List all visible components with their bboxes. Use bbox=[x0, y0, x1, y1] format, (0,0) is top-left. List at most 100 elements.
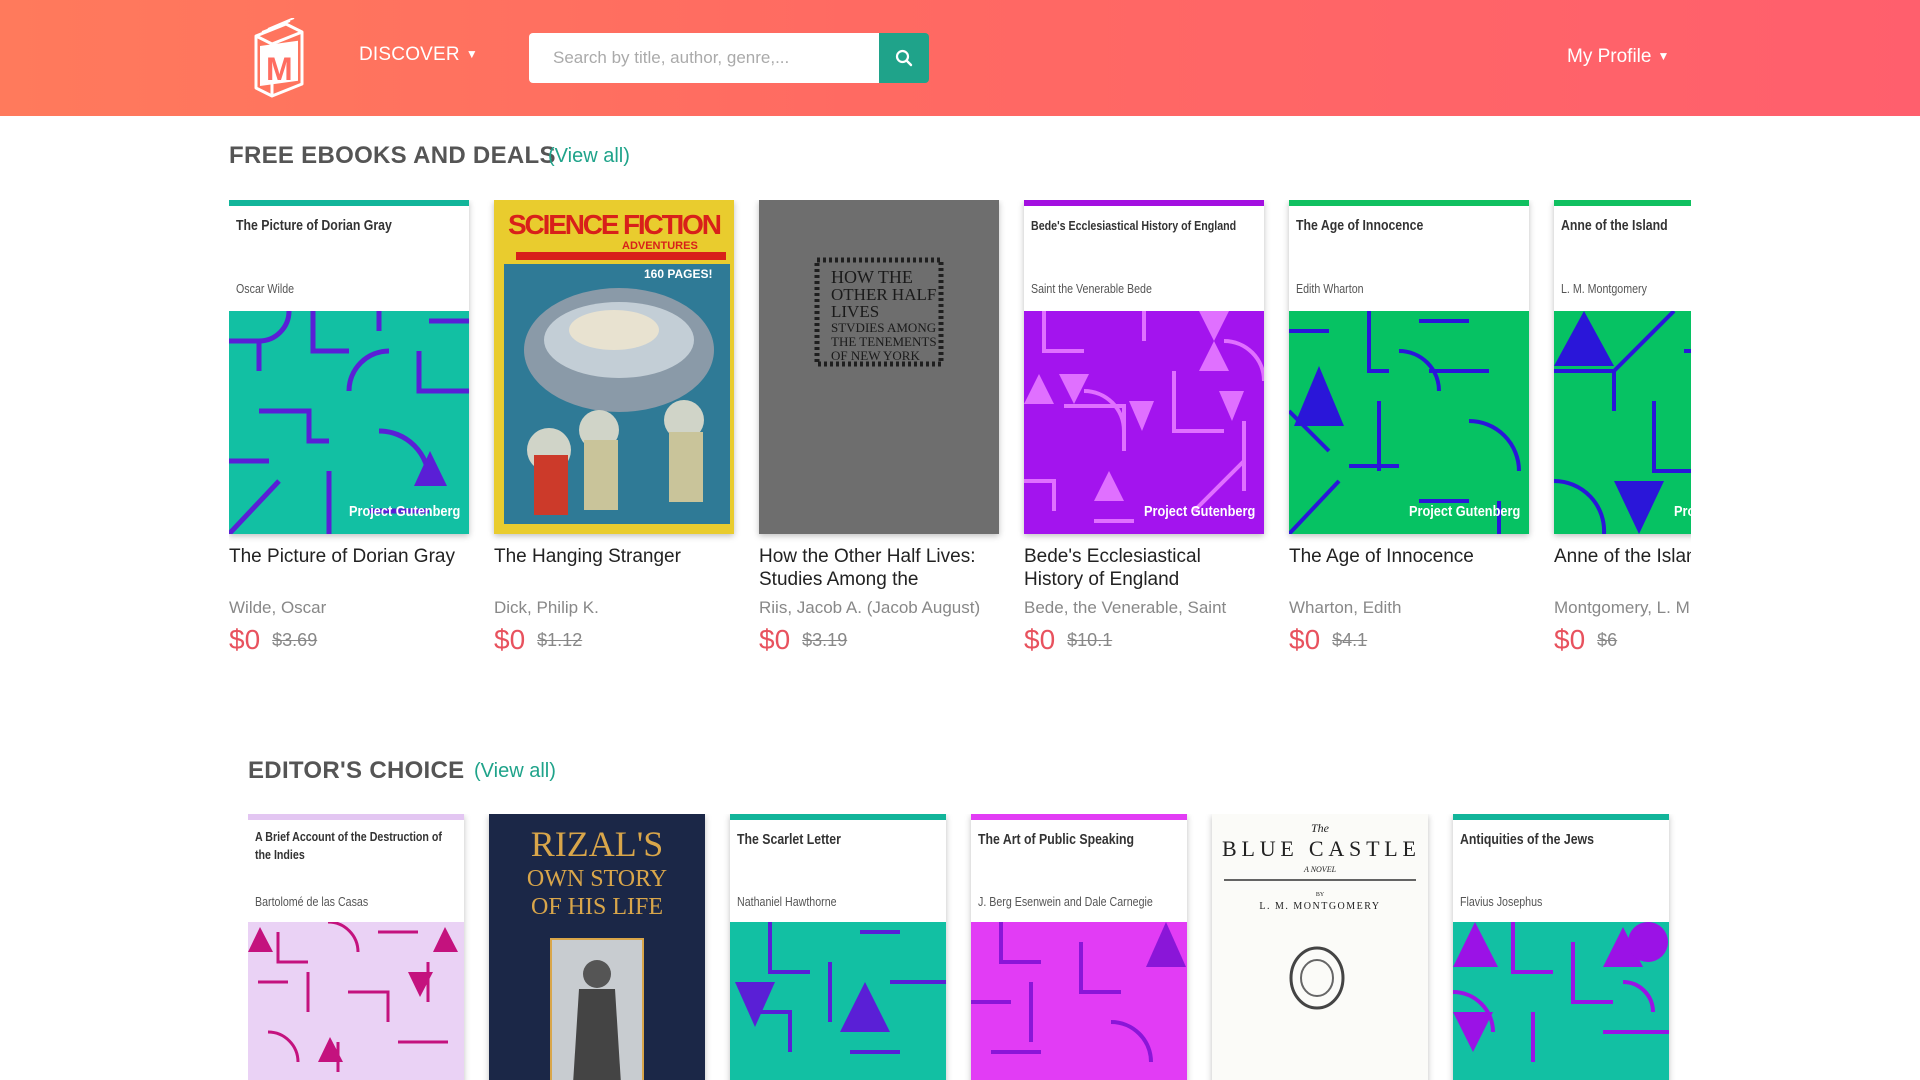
cover-pattern bbox=[229, 311, 469, 534]
search-icon bbox=[895, 49, 913, 67]
cover-subtitle: ADVENTURES bbox=[622, 240, 698, 252]
original-price: $3.69 bbox=[272, 630, 318, 650]
book-card[interactable]: The Picture of Dorian Gray Oscar Wilde P… bbox=[229, 200, 469, 670]
book-card[interactable]: Antiquities of the Jews Flavius Josephus bbox=[1453, 814, 1669, 1080]
book-title: The Age of Innocence bbox=[1289, 546, 1474, 567]
app-logo[interactable]: M bbox=[246, 17, 308, 98]
book-title: Anne of the Island bbox=[1554, 546, 1691, 567]
cover-line: RIZAL'S bbox=[531, 824, 664, 864]
cover-title: The Art of Public Speaking bbox=[978, 831, 1135, 848]
cover-author: J. Berg Esenwein and Dale Carnegie bbox=[978, 894, 1153, 909]
book-cover: SCIENCE FICTION ADVENTURES 160 PAGES! bbox=[494, 200, 734, 534]
book-cover: The Scarlet Letter Nathaniel Hawthorne bbox=[730, 814, 946, 1080]
book-cover: Antiquities of the Jews Flavius Josephus bbox=[1453, 814, 1669, 1080]
editors-choice-heading: EDITOR'S CHOICE bbox=[248, 757, 465, 784]
book-cover: The Picture of Dorian Gray Oscar Wilde P… bbox=[229, 200, 469, 534]
book-title: How the Other Half Lives: Studies Among … bbox=[759, 546, 976, 590]
book-price: $0 $4.1 bbox=[1289, 624, 1367, 656]
free-ebooks-row: The Picture of Dorian Gray Oscar Wilde P… bbox=[229, 200, 1691, 670]
book-card[interactable]: The Art of Public Speaking J. Berg Esenw… bbox=[971, 814, 1187, 1080]
cover-title: BLUE CASTLE bbox=[1222, 836, 1418, 861]
search-input[interactable] bbox=[529, 33, 879, 83]
book-card[interactable]: SCIENCE FICTION ADVENTURES 160 PAGES! Th… bbox=[494, 200, 734, 670]
cover-title: The Picture of Dorian Gray bbox=[236, 217, 392, 234]
current-price: $0 bbox=[1024, 624, 1056, 655]
cover-pattern bbox=[1453, 922, 1669, 1080]
my-profile-menu[interactable]: My Profile ▼ bbox=[1567, 46, 1669, 68]
book-price: $0 $10.1 bbox=[1024, 624, 1112, 656]
book-card[interactable]: The BLUE CASTLE A NOVEL BY L. M. MONTGOM… bbox=[1212, 814, 1428, 1080]
chevron-down-icon: ▼ bbox=[1657, 49, 1670, 63]
cover-pattern bbox=[971, 922, 1187, 1080]
book-cover: The Art of Public Speaking J. Berg Esenw… bbox=[971, 814, 1187, 1080]
cover-author: Oscar Wilde bbox=[236, 281, 295, 296]
cover-title: The Age of Innocence bbox=[1296, 217, 1424, 234]
cover-line: STVDIES AMONG bbox=[831, 320, 936, 335]
cover-title: Bede's Ecclesiastical History of England bbox=[1031, 218, 1237, 233]
current-price: $0 bbox=[759, 624, 791, 655]
cover-author: Nathaniel Hawthorne bbox=[737, 894, 837, 909]
cover-author: L. M. Montgomery bbox=[1561, 281, 1647, 296]
cover-line: THE TENEMENTS bbox=[831, 334, 937, 349]
original-price: $10.1 bbox=[1067, 630, 1113, 650]
book-card[interactable]: A Brief Account of the Destruction of th… bbox=[248, 814, 464, 1080]
original-price: $3.19 bbox=[802, 630, 848, 650]
search-button[interactable] bbox=[879, 33, 929, 83]
cover-author: Bartolomé de las Casas bbox=[255, 894, 369, 909]
editors-choice-row: A Brief Account of the Destruction of th… bbox=[248, 814, 1678, 1080]
cover-tagline: 160 PAGES! bbox=[644, 267, 712, 281]
book-price: $0 $3.69 bbox=[229, 624, 317, 656]
cover-title: Antiquities of the Jews bbox=[1460, 831, 1594, 848]
original-price: $4.1 bbox=[1332, 630, 1368, 650]
book-cover: The BLUE CASTLE A NOVEL BY L. M. MONTGOM… bbox=[1212, 814, 1428, 1080]
free-ebooks-view-all-link[interactable]: (View all) bbox=[548, 145, 630, 168]
current-price: $0 bbox=[1554, 624, 1586, 655]
book-card[interactable]: HOW THE OTHER HALF LIVES STVDIES AMONG T… bbox=[759, 200, 999, 670]
cover-badge: Project Gutenberg bbox=[349, 503, 461, 520]
cover-badge: Project Gutenberg bbox=[1674, 503, 1691, 520]
original-price: $6 bbox=[1597, 630, 1618, 650]
book-author: Montgomery, L. M. bbox=[1554, 598, 1691, 617]
cover-line: HOW THE bbox=[831, 267, 913, 287]
book-author: Bede, the Venerable, Saint bbox=[1024, 598, 1227, 617]
cover-title: SCIENCE FICTION bbox=[508, 209, 722, 240]
cover-author: Saint the Venerable Bede bbox=[1031, 281, 1152, 296]
book-card[interactable]: Anne of the Island L. M. Montgomery Proj… bbox=[1554, 200, 1691, 670]
cover-author: Flavius Josephus bbox=[1460, 894, 1543, 909]
cover-pattern bbox=[1289, 311, 1529, 534]
cover-line: OWN STORY bbox=[527, 866, 667, 892]
book-title: Bede's Ecclesiastical History of England bbox=[1024, 546, 1201, 590]
cover-title: A Brief Account of the Destruction of th… bbox=[255, 829, 442, 862]
cover-the: The bbox=[1311, 821, 1330, 835]
book-card[interactable]: Bede's Ecclesiastical History of England… bbox=[1024, 200, 1264, 670]
cover-line: OF HIS LIFE bbox=[531, 894, 663, 920]
book-card[interactable]: The Scarlet Letter Nathaniel Hawthorne bbox=[730, 814, 946, 1080]
cover-badge: Project Gutenberg bbox=[1409, 503, 1521, 520]
book-author: Wilde, Oscar bbox=[229, 598, 327, 617]
cover-title: Anne of the Island bbox=[1561, 217, 1668, 234]
book-price: $0 $3.19 bbox=[759, 624, 847, 656]
book-cover: HOW THE OTHER HALF LIVES STVDIES AMONG T… bbox=[759, 200, 999, 534]
current-price: $0 bbox=[1289, 624, 1321, 655]
book-author: Riis, Jacob A. (Jacob August) bbox=[759, 598, 981, 617]
book-card[interactable]: RIZAL'S OWN STORY OF HIS LIFE bbox=[489, 814, 705, 1080]
cover-by: BY bbox=[1316, 892, 1325, 898]
profile-label: My Profile bbox=[1567, 46, 1652, 67]
cover-novel: A NOVEL bbox=[1303, 865, 1337, 874]
book-card[interactable]: The Age of Innocence Edith Wharton Proje… bbox=[1289, 200, 1529, 670]
current-price: $0 bbox=[494, 624, 526, 655]
cover-pattern bbox=[1554, 311, 1691, 534]
cover-line: LIVES bbox=[831, 302, 879, 321]
discover-menu[interactable]: DISCOVER ▼ bbox=[359, 44, 478, 66]
book-price: $0 $6 bbox=[1554, 624, 1617, 656]
book-cover: Anne of the Island L. M. Montgomery Proj… bbox=[1554, 200, 1691, 534]
cover-pattern bbox=[248, 922, 464, 1080]
editors-choice-view-all-link[interactable]: (View all) bbox=[474, 760, 556, 783]
cover-line: OF NEW YORK bbox=[831, 348, 920, 363]
cover-badge: Project Gutenberg bbox=[1144, 503, 1256, 520]
current-price: $0 bbox=[229, 624, 261, 655]
discover-label: DISCOVER bbox=[359, 44, 460, 65]
cover-pattern bbox=[730, 922, 946, 1080]
book-author: Wharton, Edith bbox=[1289, 598, 1402, 617]
book-cover: Bede's Ecclesiastical History of England… bbox=[1024, 200, 1264, 534]
